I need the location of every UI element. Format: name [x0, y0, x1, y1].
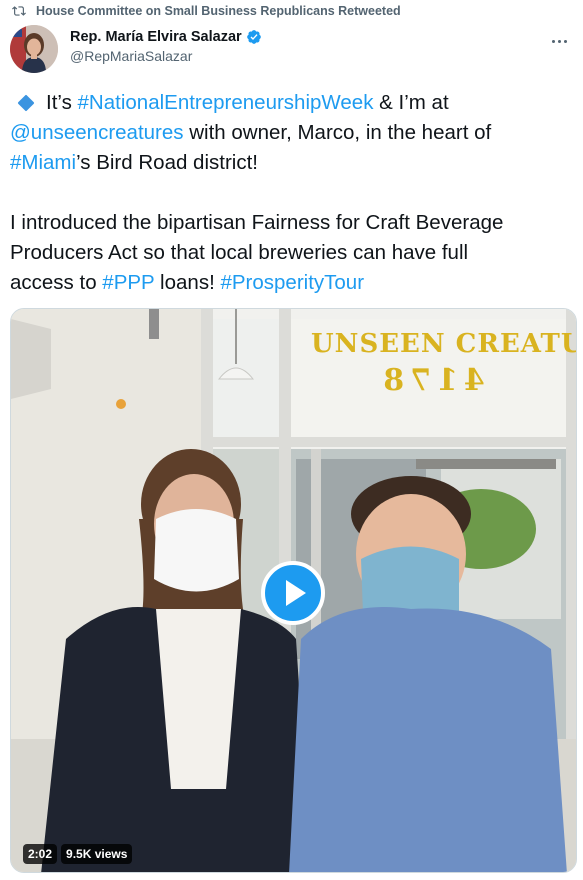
play-button[interactable]: [261, 561, 325, 625]
tweet-text-fragment: It’s: [46, 91, 78, 114]
hashtag-link[interactable]: #PPP: [102, 271, 154, 294]
hashtag-link[interactable]: #Miami: [10, 151, 76, 174]
retweet-context[interactable]: House Committee on Small Business Republ…: [10, 3, 401, 19]
tweet-line-3: #Miami’s Bird Road district!: [10, 148, 575, 178]
blue-diamond-emoji-icon: [17, 94, 35, 112]
play-icon: [286, 580, 306, 606]
tweet-text-fragment: with owner, Marco, in the heart of: [183, 121, 492, 144]
window-sign-line-1: UNSEEN CREATURES: [311, 329, 576, 359]
tweet-line-2: @unseencreatures with owner, Marco, in t…: [10, 118, 575, 148]
more-options-dot: [557, 39, 561, 43]
retweet-icon: [12, 6, 26, 16]
tweet-text: It’s #NationalEntrepreneurshipWeek & I’m…: [10, 88, 575, 298]
tweet-header: Rep. María Elvira Salazar @RepMariaSalaz…: [10, 25, 573, 75]
tweet-line-6: access to #PPP loans! #ProsperityTour: [10, 268, 575, 298]
tweet-line-4: I introduced the bipartisan Fairness for…: [10, 211, 504, 234]
video-player[interactable]: UNSEEN CREATURES 4178 2:02 9.5K views: [10, 308, 577, 873]
mention-link[interactable]: @unseencreatures: [10, 121, 184, 144]
more-options-button[interactable]: [545, 31, 573, 51]
video-view-count: 9.5K views: [61, 844, 133, 864]
tweet-line-1: It’s #NationalEntrepreneurshipWeek & I’m…: [10, 88, 575, 118]
tweet-text-fragment: loans!: [154, 271, 221, 294]
window-sign: UNSEEN CREATURES 4178: [311, 329, 576, 398]
window-sign-line-2: 4178: [377, 363, 485, 398]
video-duration: 2:02: [23, 844, 58, 864]
hashtag-link[interactable]: #NationalEntrepreneurshipWeek: [78, 91, 374, 114]
retweet-label: House Committee on Small Business Republ…: [36, 4, 401, 18]
author-display-name[interactable]: Rep. María Elvira Salazar: [70, 29, 242, 45]
more-options-icon: [551, 39, 555, 43]
verified-badge-icon: [246, 30, 261, 44]
tweet-text-fragment: access to: [10, 271, 103, 294]
tweet-text-fragment: ’s Bird Road district!: [76, 151, 258, 174]
avatar[interactable]: [10, 25, 58, 73]
author-handle[interactable]: @RepMariaSalazar: [70, 48, 262, 64]
tweet-line-5: Producers Act so that local breweries ca…: [10, 241, 469, 264]
tweet-text-fragment: & I’m at: [373, 91, 449, 114]
hashtag-link[interactable]: #ProsperityTour: [220, 271, 364, 294]
avatar-image: [10, 25, 58, 73]
video-badges: 2:02 9.5K views: [23, 844, 133, 864]
more-options-dot: [563, 39, 567, 43]
